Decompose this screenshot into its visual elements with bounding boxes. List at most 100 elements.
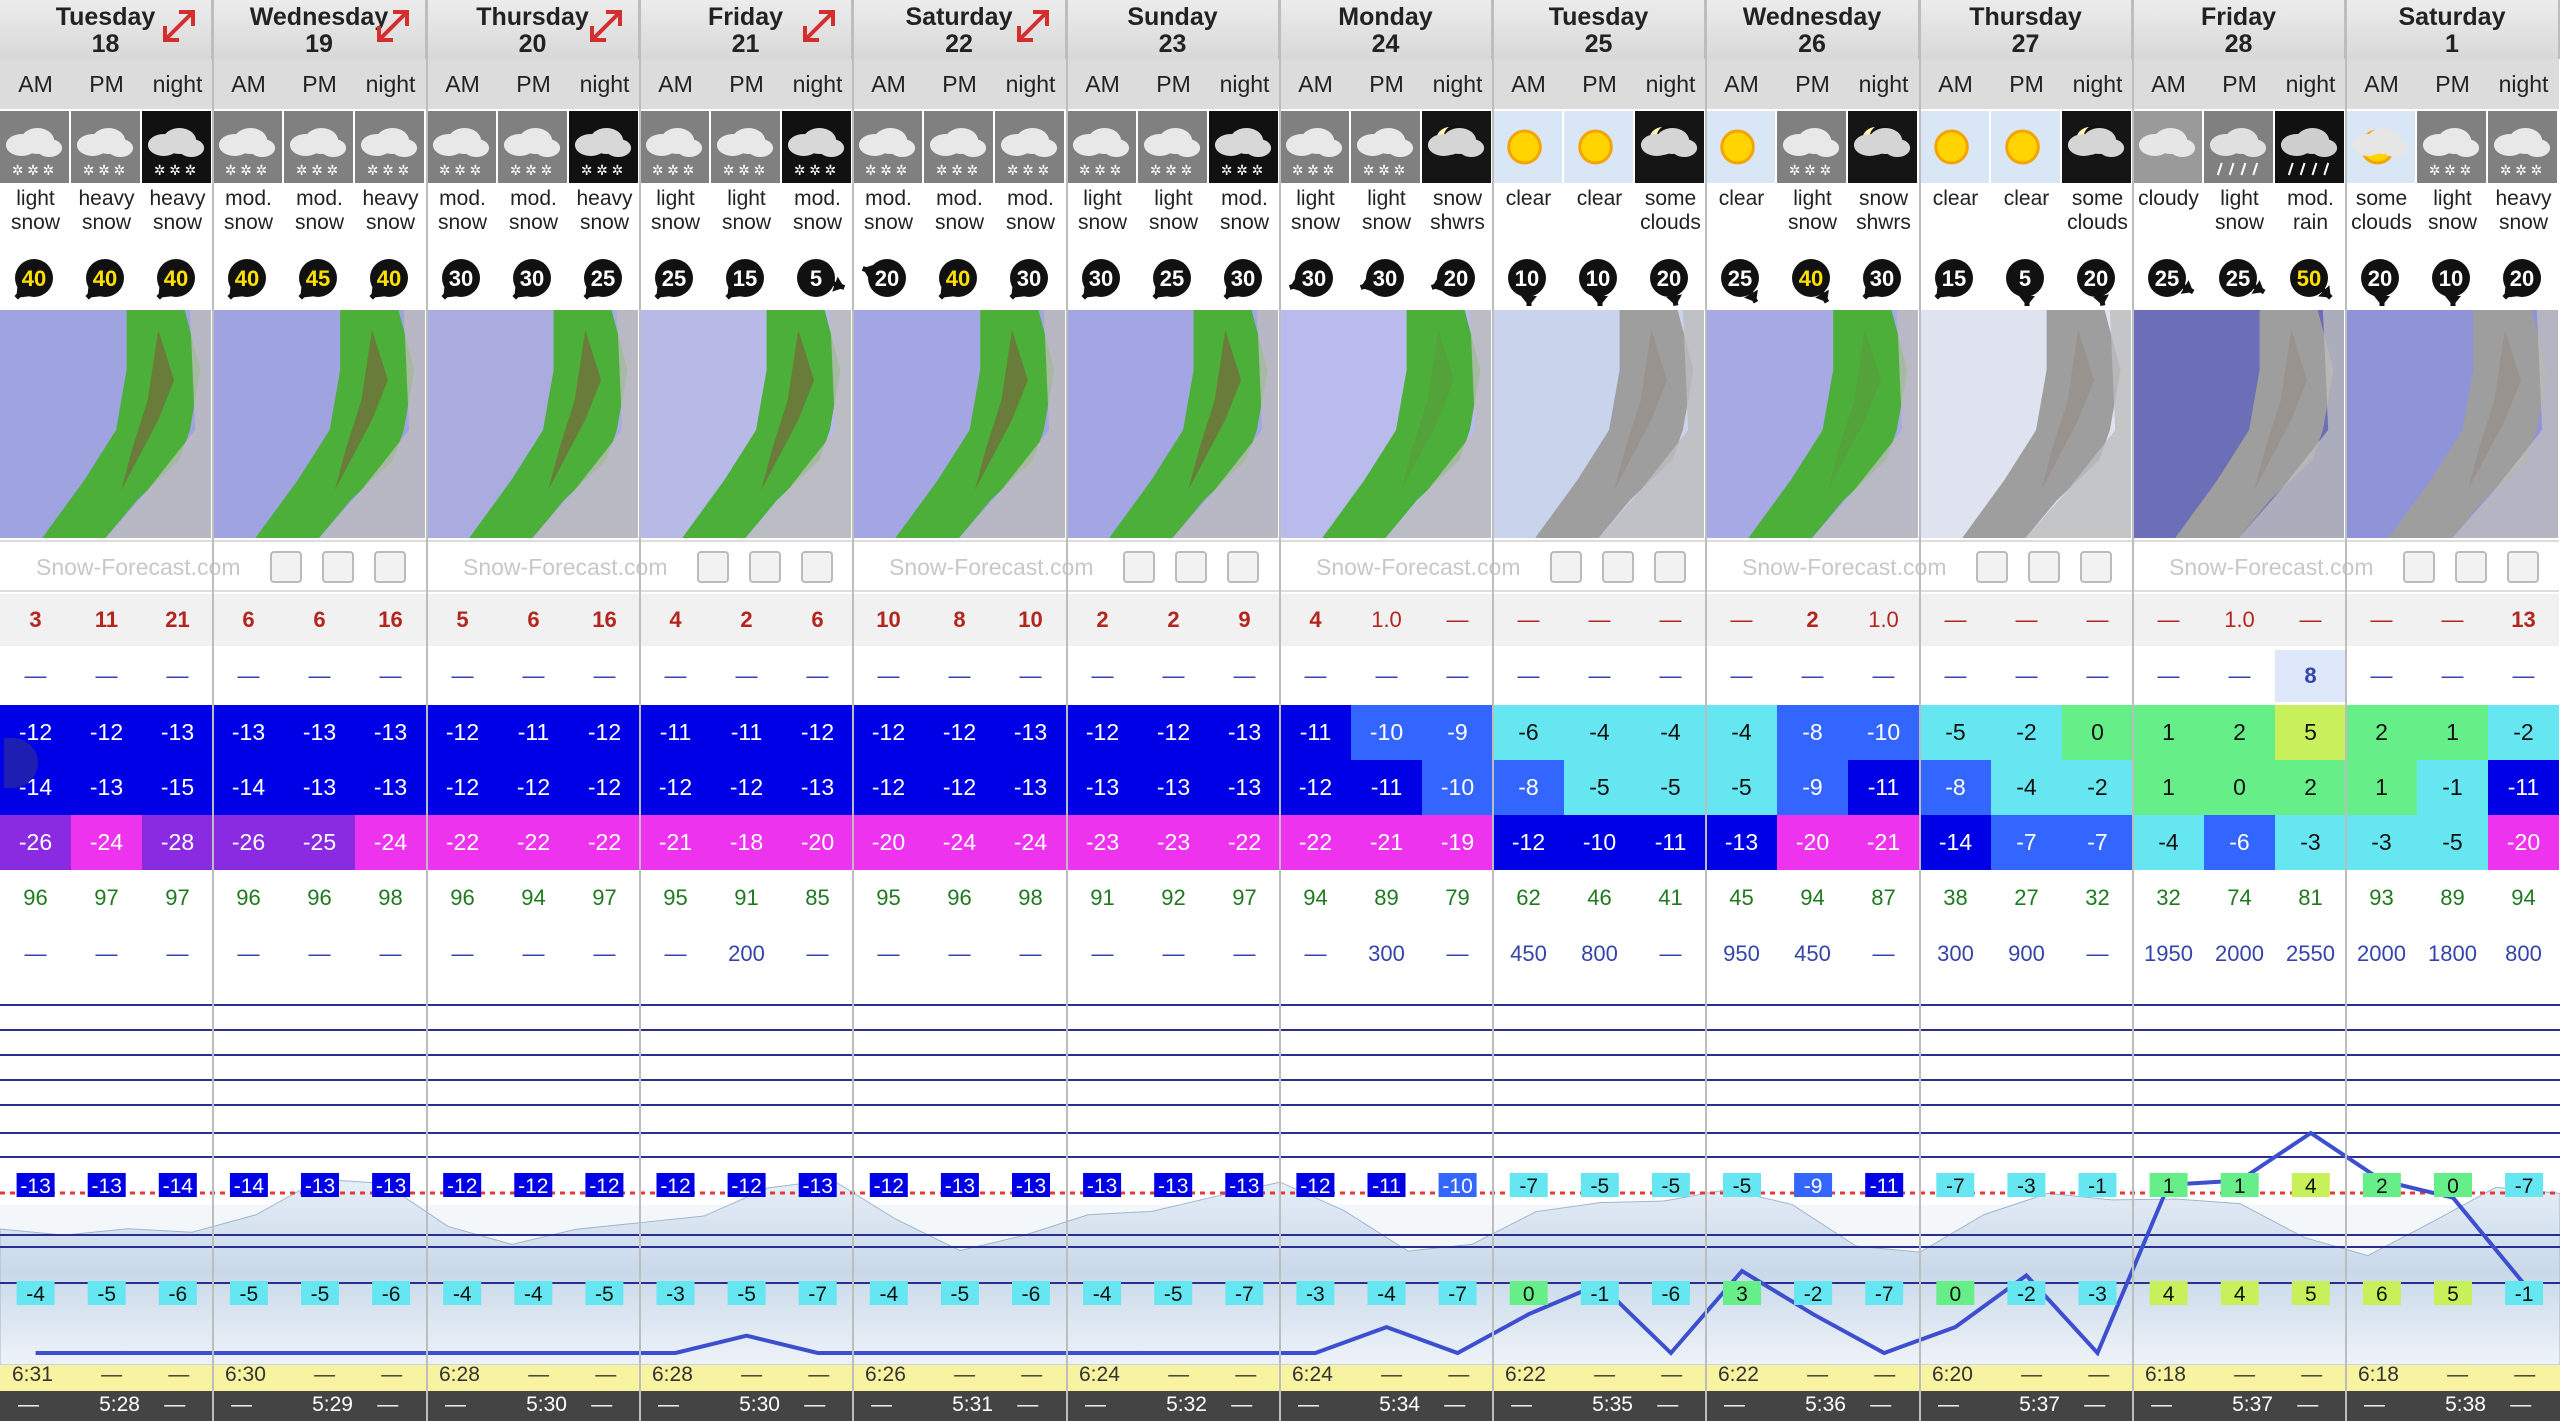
sunrise-dash: —	[528, 1363, 550, 1386]
map-layer-icon[interactable]	[270, 551, 302, 583]
day-header[interactable]: Friday 21	[640, 0, 853, 59]
wind-indicator: 30	[1351, 248, 1422, 306]
wind-chill: -24	[71, 815, 142, 870]
snow-map-thumbnail[interactable]	[1706, 310, 1920, 538]
sunset-dash: —	[1724, 1393, 1745, 1416]
day-header[interactable]: Wednesday 19	[213, 0, 427, 59]
upper-temp: -13	[803, 1175, 833, 1198]
refresh-icon[interactable]	[749, 551, 781, 583]
wind-speed: 20	[874, 266, 898, 291]
sunset-time: 5:34	[1379, 1393, 1420, 1416]
expand-arrow-icon[interactable]	[159, 6, 199, 46]
refresh-icon[interactable]	[322, 551, 354, 583]
snow-amount: 16	[355, 594, 426, 646]
wind-chill: -18	[711, 815, 782, 870]
snow-map-thumbnail[interactable]	[1920, 310, 2133, 538]
expand-arrow-icon[interactable]	[586, 6, 626, 46]
settings-icon[interactable]	[2507, 551, 2539, 583]
snow-map-thumbnail[interactable]	[2133, 310, 2346, 538]
snow-map-thumbnail[interactable]	[213, 310, 427, 538]
weather-summary: light snow	[1787, 187, 1838, 234]
snow-map-thumbnail[interactable]	[0, 310, 213, 538]
refresh-icon[interactable]	[1175, 551, 1207, 583]
wind-speed: 30	[519, 266, 543, 291]
svg-text:✲ ✲ ✲: ✲ ✲ ✲	[723, 162, 765, 178]
sunset-dash: —	[2364, 1393, 2385, 1416]
map-layer-icon[interactable]	[1123, 551, 1155, 583]
day-header[interactable]: Thursday 20	[427, 0, 640, 59]
day-header[interactable]: Friday 28	[2133, 0, 2346, 59]
rain-amount: —	[95, 663, 118, 688]
wind-chill: -10	[1564, 815, 1635, 870]
day-number: 24	[1371, 30, 1400, 58]
day-header[interactable]: Monday 24	[1280, 0, 1493, 59]
sunset-dash: —	[2510, 1393, 2532, 1416]
sunset-dash: —	[804, 1393, 826, 1416]
day-header[interactable]: Wednesday 26	[1706, 0, 1920, 59]
lower-temp: -5	[1164, 1283, 1183, 1306]
wind-chill: -4	[2133, 815, 2204, 870]
day-header[interactable]: Tuesday 18	[0, 0, 213, 59]
weather-summary: some clouds	[1640, 187, 1701, 234]
settings-icon[interactable]	[1654, 551, 1686, 583]
period-label: PM	[284, 59, 355, 109]
lower-temp: -7	[1875, 1283, 1894, 1306]
settings-icon[interactable]	[801, 551, 833, 583]
weather-summary: some clouds	[2067, 187, 2128, 234]
wind-speed: 20	[1443, 266, 1467, 291]
humidity: 45	[1729, 885, 1754, 910]
sunrise-dash: —	[741, 1363, 763, 1386]
sun-times: 6:20 5:37 — — — —	[1920, 1361, 2133, 1421]
day-header[interactable]: Sunday 23	[1067, 0, 1280, 59]
upper-temp: -12	[660, 1175, 690, 1198]
snow-map-thumbnail[interactable]	[1067, 310, 1280, 538]
day-header[interactable]: Tuesday 25	[1493, 0, 1706, 59]
expand-arrow-icon[interactable]	[799, 6, 839, 46]
snow-map-thumbnail[interactable]	[853, 310, 1067, 538]
sun-times: 6:31 5:28 — — — —	[0, 1361, 213, 1421]
weather-summary: clear	[1718, 187, 1765, 210]
snow-amount: 9	[1209, 594, 1280, 646]
upper-temp: -13	[376, 1175, 406, 1198]
day-divider	[852, 0, 854, 1421]
sunrise-dash: —	[808, 1363, 830, 1386]
map-layer-icon[interactable]	[697, 551, 729, 583]
snow-map-thumbnail[interactable]	[1493, 310, 1706, 538]
expand-arrow-icon[interactable]	[1013, 6, 1053, 46]
period-label: PM	[1138, 59, 1209, 109]
snow-map-thumbnail[interactable]	[1280, 310, 1493, 538]
max-temp: -10	[1848, 705, 1919, 760]
day-header[interactable]: Saturday 22	[853, 0, 1067, 59]
day-header[interactable]: Saturday 1	[2346, 0, 2560, 59]
refresh-icon[interactable]	[1602, 551, 1634, 583]
refresh-icon[interactable]	[2455, 551, 2487, 583]
snow-map-thumbnail[interactable]	[427, 310, 640, 538]
sunrise-dash: —	[595, 1363, 617, 1386]
weather-icon: ✲ ✲ ✲	[0, 111, 69, 183]
period-label: night	[2062, 59, 2133, 109]
rain-amount: —	[1091, 663, 1114, 688]
settings-icon[interactable]	[374, 551, 406, 583]
min-temp: -13	[782, 760, 853, 815]
rain-amount: —	[1304, 663, 1327, 688]
period-label: night	[1848, 59, 1919, 109]
refresh-icon[interactable]	[2028, 551, 2060, 583]
sun-times: 6:22 5:36 — — — —	[1706, 1361, 1920, 1421]
sun-times: 6:18 5:38 — — — —	[2346, 1361, 2560, 1421]
rain-amount: —	[1446, 663, 1469, 688]
expand-arrow-icon[interactable]	[373, 6, 413, 46]
snow-map-thumbnail[interactable]	[2346, 310, 2560, 538]
day-header[interactable]: Thursday 27	[1920, 0, 2133, 59]
svg-text:✲ ✲ ✲: ✲ ✲ ✲	[439, 162, 481, 178]
max-temp: -12	[924, 705, 995, 760]
sunrise-time: 6:28	[652, 1363, 693, 1386]
wind-chill: -26	[213, 815, 284, 870]
settings-icon[interactable]	[2080, 551, 2112, 583]
settings-icon[interactable]	[1227, 551, 1259, 583]
sunset-dash: —	[1938, 1393, 1959, 1416]
map-layer-icon[interactable]	[1550, 551, 1582, 583]
map-layer-icon[interactable]	[2403, 551, 2435, 583]
wind-indicator: 10	[1493, 248, 1564, 306]
snow-map-thumbnail[interactable]	[640, 310, 853, 538]
map-layer-icon[interactable]	[1976, 551, 2008, 583]
